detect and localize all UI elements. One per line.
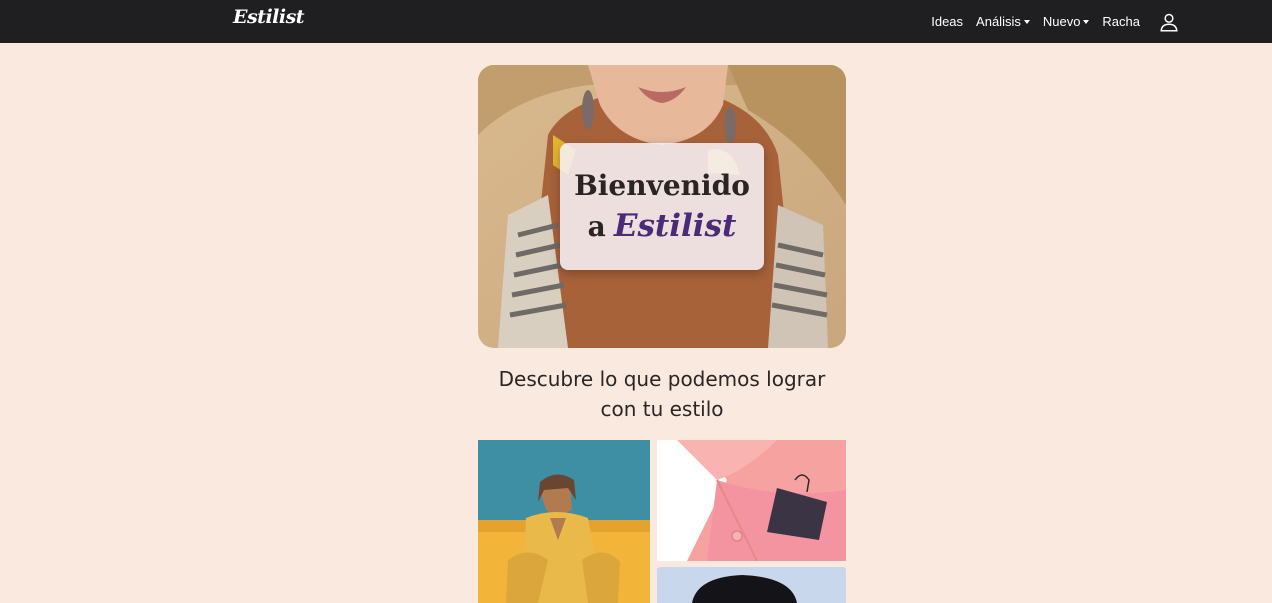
tagline: Descubre lo que podemos lograr con tu es… bbox=[498, 367, 826, 421]
welcome-brand: Estilist bbox=[613, 208, 737, 244]
nav-ideas-label: Ideas bbox=[931, 14, 964, 29]
nav-analisis-label: Análisis bbox=[976, 14, 1021, 29]
welcome-line2: a Estilist bbox=[588, 206, 737, 247]
gallery-item-man[interactable] bbox=[478, 440, 650, 603]
user-icon[interactable] bbox=[1158, 11, 1180, 33]
top-navbar: Estilist Ideas Análisis Nuevo Racha bbox=[0, 0, 1272, 43]
nav-analisis-dropdown[interactable]: Análisis bbox=[976, 14, 1030, 29]
nav-racha-label: Racha bbox=[1102, 14, 1140, 29]
caret-down-icon bbox=[1023, 20, 1030, 24]
brand-logo[interactable]: Estilist bbox=[233, 6, 305, 28]
nav-ideas[interactable]: Ideas bbox=[931, 14, 963, 29]
nav-nuevo-dropdown[interactable]: Nuevo bbox=[1043, 14, 1090, 29]
welcome-card: Bienvenido a Estilist bbox=[560, 143, 764, 270]
man-yellow-outfit-photo bbox=[478, 440, 650, 603]
welcome-prefix: a bbox=[587, 210, 606, 243]
caret-down-icon bbox=[1083, 20, 1090, 24]
gallery-item-shirt[interactable] bbox=[657, 440, 846, 561]
hero-banner: Bienvenido a Estilist bbox=[478, 65, 846, 348]
person-portrait-photo bbox=[657, 567, 846, 603]
nav-racha[interactable]: Racha bbox=[1102, 14, 1140, 29]
nav-nuevo-label: Nuevo bbox=[1042, 14, 1081, 29]
welcome-line1: Bienvenido bbox=[574, 169, 750, 202]
nav-links: Ideas Análisis Nuevo Racha bbox=[931, 0, 1180, 43]
pink-shirt-tag-photo bbox=[657, 440, 846, 561]
gallery-item-portrait[interactable] bbox=[657, 567, 846, 603]
